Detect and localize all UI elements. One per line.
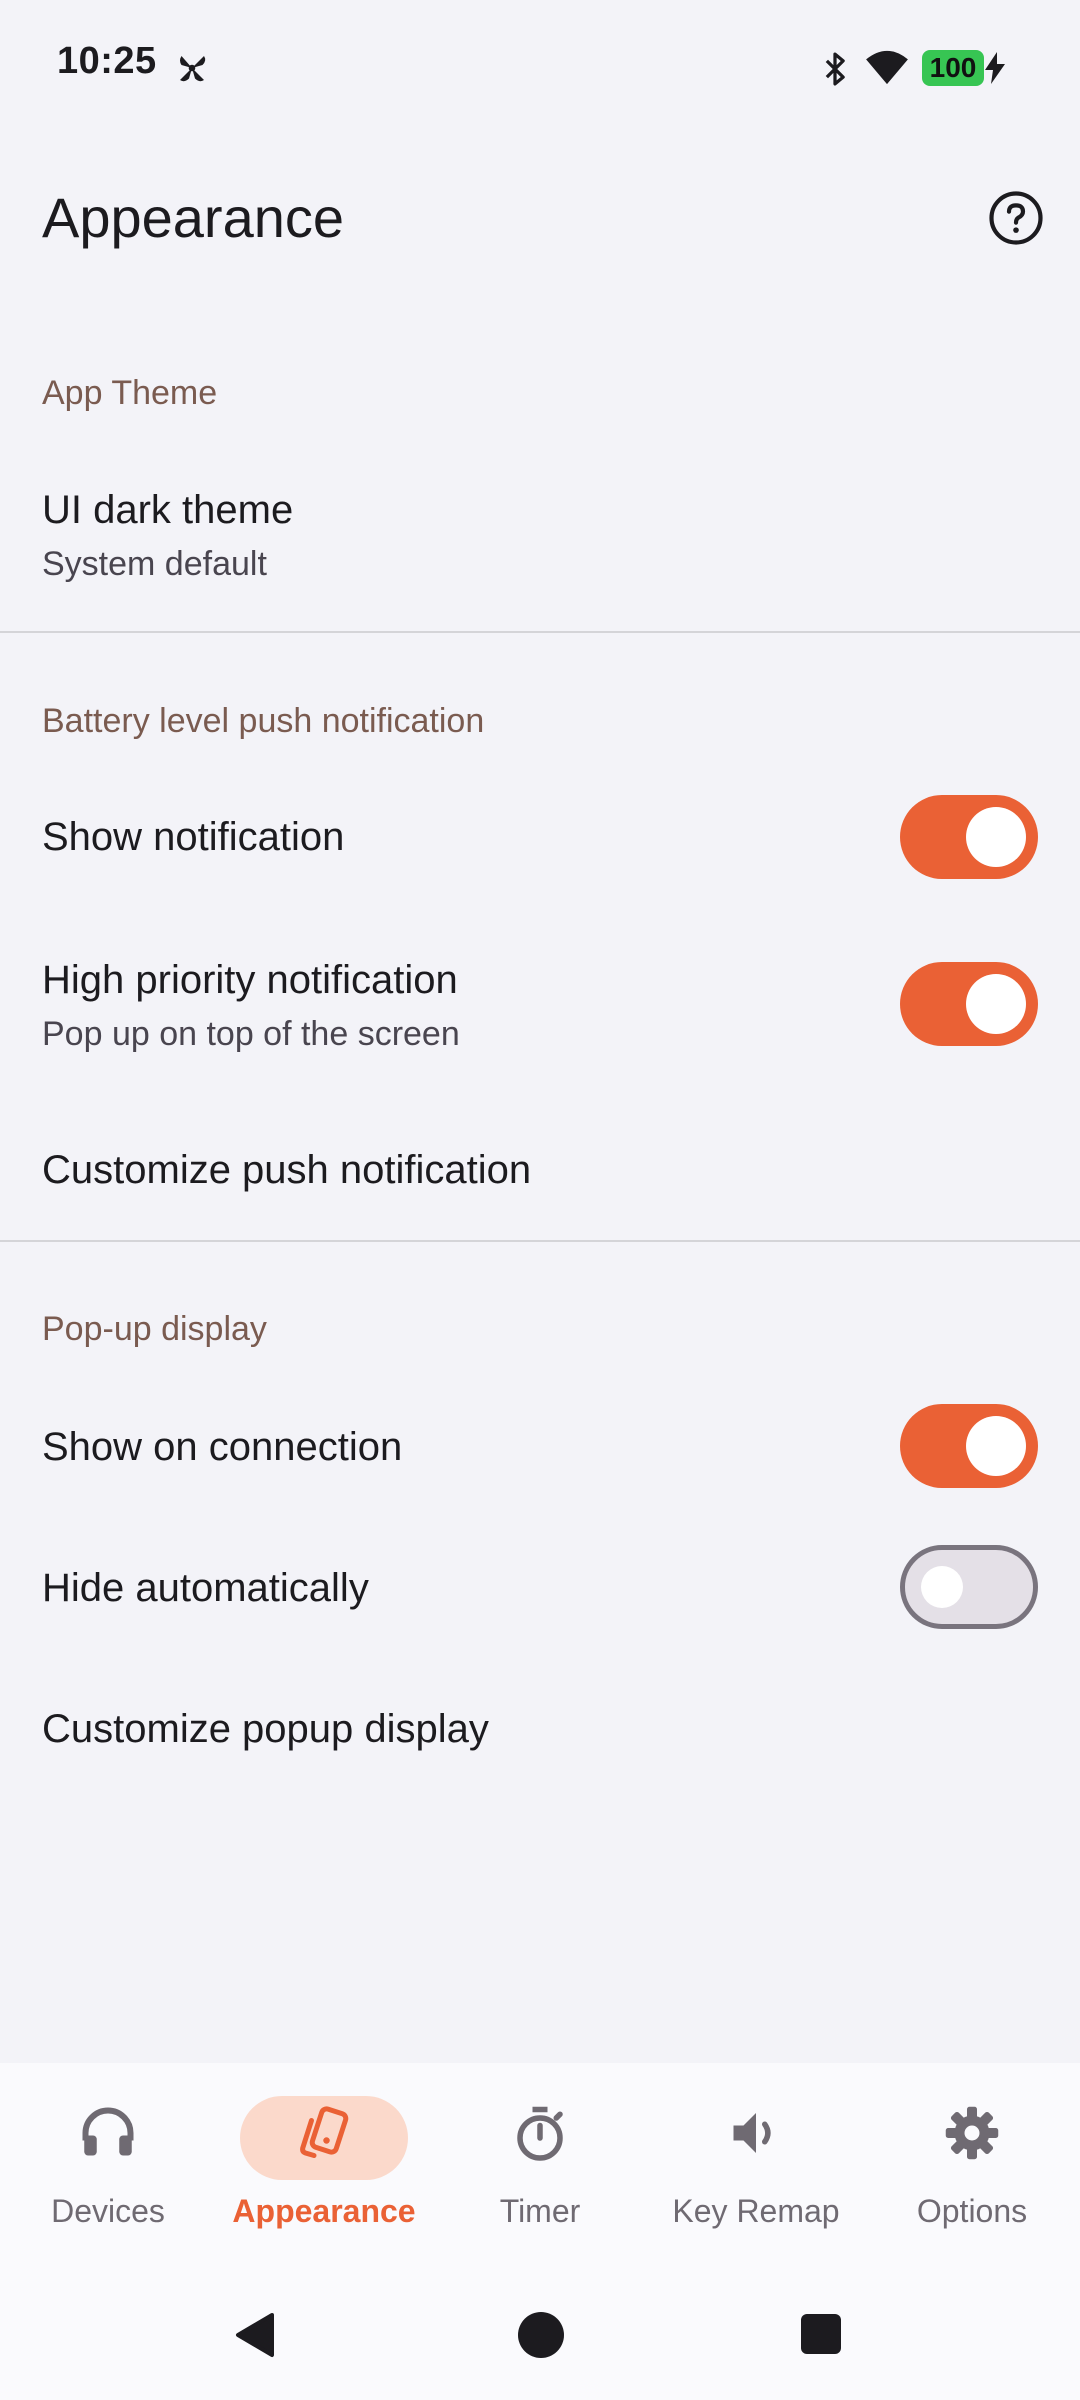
hide-automatically-switch[interactable] — [900, 1545, 1038, 1629]
recents-square-icon[interactable] — [801, 2314, 841, 2354]
nav-label-key-remap: Key Remap — [672, 2193, 840, 2229]
appearance-cards-icon — [300, 2106, 349, 2158]
battery-icon: 100 — [922, 50, 984, 86]
bottom-navigation: Devices Appearance Timer Key Remap Optio… — [0, 2063, 1080, 2270]
headphones-icon — [82, 2107, 134, 2156]
battery-level: 100 — [929, 52, 977, 83]
divider — [0, 631, 1080, 633]
nav-label-timer: Timer — [499, 2193, 581, 2229]
nav-item-key-remap[interactable]: Key Remap — [648, 2063, 864, 2270]
volume-icon — [733, 2113, 771, 2153]
fan-icon — [180, 56, 206, 82]
hide-automatically-title: Hide automatically — [42, 1566, 369, 1610]
high-priority-switch[interactable] — [900, 962, 1038, 1046]
back-triangle-icon[interactable] — [232, 2310, 280, 2360]
home-circle-icon[interactable] — [518, 2312, 564, 2358]
status-bar: 10:25 100 — [0, 0, 1080, 134]
section-header-battery-notification: Battery level push notification — [42, 702, 485, 740]
show-notification-switch[interactable] — [900, 795, 1038, 879]
nav-item-devices[interactable]: Devices — [0, 2063, 216, 2270]
show-notification-title: Show notification — [42, 815, 345, 859]
nav-item-timer[interactable]: Timer — [432, 2063, 648, 2270]
section-header-popup-display: Pop-up display — [42, 1310, 267, 1348]
show-on-connection-title: Show on connection — [42, 1425, 403, 1469]
bluetooth-icon — [825, 52, 845, 86]
high-priority-title: High priority notification — [42, 958, 458, 1002]
dark-theme-value: System default — [42, 545, 267, 583]
customize-popup-title: Customize popup display — [42, 1707, 489, 1751]
status-time: 10:25 — [57, 40, 157, 82]
customize-push-title: Customize push notification — [42, 1148, 532, 1192]
high-priority-subtitle: Pop up on top of the screen — [42, 1015, 460, 1053]
help-circle-icon[interactable] — [988, 190, 1044, 246]
section-header-app-theme: App Theme — [42, 374, 218, 412]
nav-item-appearance[interactable]: Appearance — [216, 2063, 432, 2270]
gear-icon — [945, 2106, 999, 2160]
nav-item-options[interactable]: Options — [864, 2063, 1080, 2270]
divider — [0, 1240, 1080, 1242]
nav-label-appearance: Appearance — [232, 2193, 416, 2229]
page-title: Appearance — [42, 186, 345, 249]
show-on-connection-switch[interactable] — [900, 1404, 1038, 1488]
screen: 10:25 100 Appearance App Theme UI dark t… — [0, 0, 1080, 2400]
nav-label-options: Options — [916, 2193, 1028, 2229]
dark-theme-title: UI dark theme — [42, 488, 294, 532]
wifi-icon — [866, 50, 908, 85]
stopwatch-icon — [517, 2106, 563, 2161]
charging-bolt-icon — [985, 52, 1005, 84]
system-navigation-bar — [0, 2270, 1080, 2400]
nav-label-devices: Devices — [51, 2193, 165, 2229]
